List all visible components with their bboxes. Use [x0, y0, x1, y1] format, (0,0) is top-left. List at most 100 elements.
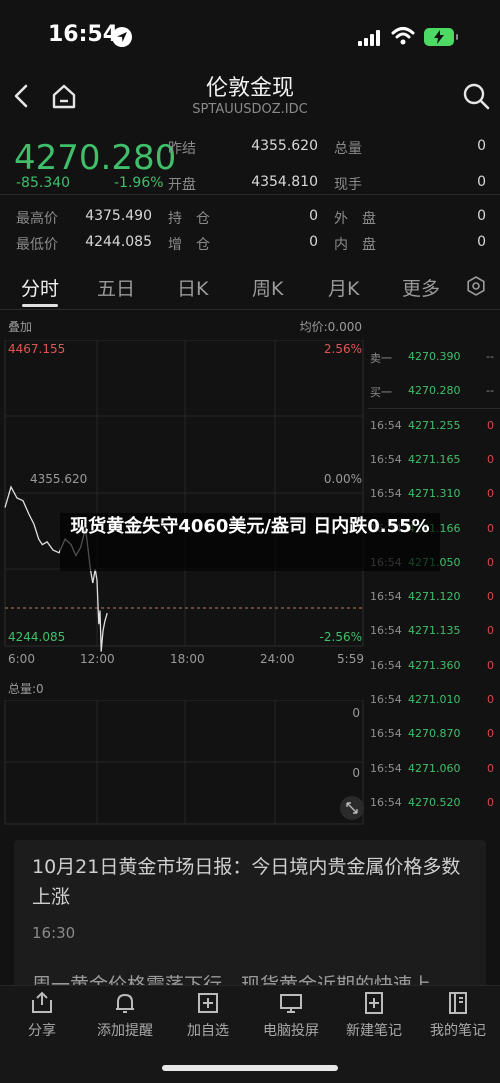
tick-volume: 0: [487, 658, 494, 672]
tick-price: 4271.010: [408, 693, 461, 706]
prev-settle-label: 昨结: [168, 141, 196, 157]
volume-label: 总量:0: [8, 682, 44, 696]
axis-mid-pct: 0.00%: [323, 472, 362, 486]
tick-time: 16:54: [370, 487, 402, 501]
tick-volume: --: [486, 350, 494, 363]
quote-divider: [0, 194, 500, 195]
tick-time: 16:54: [370, 658, 402, 672]
total-volume-value: 0: [477, 138, 486, 154]
high-value: 4375.490: [85, 208, 152, 224]
tick-volume: 0: [487, 624, 494, 638]
status-bar: 16:54: [0, 0, 500, 70]
tick-row: 16:54 4271.255 0: [368, 409, 500, 443]
inner-volume-label: 内 盘: [334, 237, 376, 253]
share-button[interactable]: 分享: [2, 990, 82, 1040]
screen-cast-button[interactable]: 电脑投屏: [251, 990, 331, 1040]
tick-volume: 0: [487, 590, 494, 604]
tick-price: 4270.280: [408, 384, 461, 398]
tick-volume: 0: [487, 418, 494, 432]
tick-time: 16:54: [370, 727, 402, 741]
tab-intraday[interactable]: 分时: [21, 274, 59, 301]
tick-row: 16:54 4271.310 0: [368, 477, 500, 511]
price-change: -85.340: [16, 175, 71, 191]
price-change-percent: -1.96%: [114, 175, 164, 191]
volume-tick-mid: 0: [352, 766, 360, 780]
fullscreen-expand-icon[interactable]: [340, 796, 364, 820]
add-alert-button[interactable]: 添加提醒: [85, 990, 165, 1040]
add-watchlist-button[interactable]: 加自选: [168, 990, 248, 1040]
tab-weekly-k[interactable]: 周K: [252, 274, 283, 301]
add-position-value: 0: [309, 234, 318, 250]
tab-active-indicator: [22, 304, 58, 307]
overlay-button[interactable]: 叠加: [8, 318, 32, 335]
orderbook-row: 买一 4270.280 --: [368, 374, 500, 410]
tick-time: 买一: [370, 386, 392, 400]
x-tick-4: 24:00: [260, 652, 295, 666]
axis-top-price: 4467.155: [8, 342, 66, 356]
tick-time: 16:54: [370, 624, 402, 638]
tick-volume: 0: [487, 487, 494, 501]
news-card[interactable]: 10月21日黄金市场日报：今日境内贵金属价格多数上涨 16:30 周一黄金价格震…: [14, 840, 486, 990]
tick-volume: --: [486, 384, 494, 398]
tick-price: 4271.135: [408, 624, 461, 638]
tick-row: 16:54 4271.165 0: [368, 443, 500, 477]
axis-top-pct: 2.56%: [323, 342, 362, 356]
tab-monthly-k[interactable]: 月K: [328, 274, 359, 301]
tick-volume: 0: [487, 761, 494, 775]
tick-price: 4271.120: [408, 590, 461, 604]
tab-five-day[interactable]: 五日: [97, 274, 135, 301]
tick-row: 16:54 4271.120 0: [368, 580, 500, 614]
share-icon: [32, 991, 52, 1013]
share-label: 分享: [28, 1023, 56, 1039]
total-volume-label: 总量: [334, 141, 362, 157]
my-notes-label: 我的笔记: [430, 1023, 486, 1039]
tick-time: 16:54: [370, 452, 402, 466]
tick-row: 16:54 4271.010 0: [368, 683, 500, 717]
notebook-icon: [449, 992, 467, 1014]
low-value: 4244.085: [85, 234, 152, 250]
low-label: 最低价: [16, 237, 58, 253]
add-square-icon: [198, 993, 218, 1013]
avg-price-label: 均价:0.000: [299, 320, 362, 334]
tick-volume: 0: [487, 452, 494, 466]
open-value: 4354.810: [251, 174, 318, 190]
tick-time: 16:54: [370, 418, 402, 432]
instrument-name: 伦敦金现: [205, 76, 294, 101]
current-hand-value: 0: [477, 174, 486, 190]
tick-row: 16:54 4270.870 0: [368, 717, 500, 751]
tick-time: 卖一: [370, 352, 392, 365]
status-time: 16:54: [48, 22, 119, 47]
volume-plot: [4, 700, 364, 825]
high-label: 最高价: [16, 211, 58, 227]
tick-volume: 0: [487, 555, 494, 569]
open-label: 开盘: [168, 177, 196, 193]
wifi-icon: [391, 27, 415, 45]
search-icon[interactable]: [462, 82, 490, 110]
tab-more[interactable]: 更多: [402, 274, 440, 301]
chart-period-tabs: 分时 五日 日K 周K 月K 更多: [0, 264, 500, 310]
tick-time: 16:54: [370, 795, 402, 809]
add-position-label: 增 仓: [168, 237, 210, 253]
tick-row: 16:54 4271.360 0: [368, 649, 500, 683]
screen-cast-label: 电脑投屏: [263, 1023, 319, 1039]
news-title[interactable]: 10月21日黄金市场日报：今日境内贵金属价格多数上涨: [32, 852, 472, 912]
tick-price: 4271.310: [408, 487, 461, 501]
tick-row: 16:54 4270.520 0: [368, 786, 500, 820]
my-notes-button[interactable]: 我的笔记: [418, 990, 498, 1040]
new-note-button[interactable]: 新建笔记: [334, 990, 414, 1040]
axis-bottom-pct: -2.56%: [319, 630, 362, 644]
tick-time: 16:54: [370, 693, 402, 706]
tick-volume: 0: [487, 727, 494, 741]
volume-tick-top: 0: [352, 706, 360, 720]
outer-volume-label: 外 盘: [334, 211, 376, 227]
x-tick-1: 6:00: [8, 652, 35, 666]
price-line-plot: [4, 340, 364, 652]
new-note-label: 新建笔记: [346, 1023, 402, 1039]
tick-row: 16:54 4271.135 0: [368, 614, 500, 648]
x-tick-2: 12:00: [80, 652, 115, 666]
inner-volume-value: 0: [477, 234, 486, 250]
tab-daily-k[interactable]: 日K: [177, 274, 208, 301]
chart-settings-icon[interactable]: [466, 276, 486, 296]
open-interest-value: 0: [309, 208, 318, 224]
tick-price: 4270.870: [408, 727, 461, 741]
